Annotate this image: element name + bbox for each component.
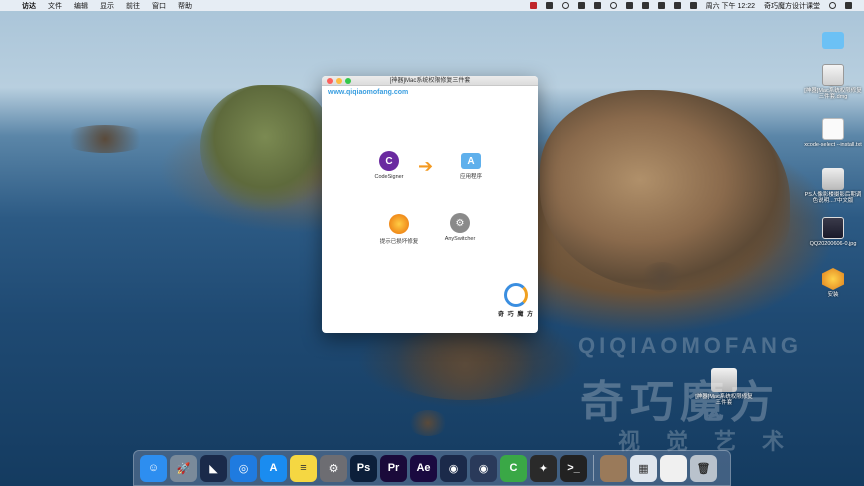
cinema4d-lite-icon[interactable]: ◉ [470, 454, 497, 482]
brand-logo-text: 奇 巧 魔 方 [498, 312, 535, 318]
menu-item-help[interactable]: 帮助 [178, 1, 192, 11]
jpg-file-icon[interactable] [822, 217, 844, 239]
watermark-chinese: 奇巧魔方 [580, 377, 780, 428]
applications-folder-icon[interactable]: A [461, 153, 481, 169]
cat-app-icon[interactable]: ◣ [200, 454, 227, 482]
wallpaper-rock [640, 262, 684, 292]
status-grid-icon[interactable] [577, 2, 585, 9]
applications-folder-label: 应用程序 [459, 174, 482, 180]
desktop-txt-file-label: xcode-select --install.txt [804, 142, 862, 148]
anyswitcher-icon[interactable]: ⚙ [450, 213, 470, 233]
anyswitcher-label: AnySwitcher [444, 236, 476, 242]
notification-center-icon[interactable] [845, 2, 852, 9]
hint-repair-label: 提示已损坏修复 [379, 239, 419, 245]
dmg-window: [神器]Mac系统权限修复三件套 www.qiqiaomofang.com C … [322, 76, 538, 333]
menu-item-file[interactable]: 文件 [48, 1, 62, 11]
premiere-icon[interactable]: Pr [380, 454, 407, 482]
desktop-disk-image[interactable]: PS人像影楼摄影后期调色说明...7中文版 [803, 168, 863, 205]
desktop-jpg-file[interactable]: QQ20200606-0.jpg [803, 217, 863, 247]
dmg-file-icon[interactable] [822, 64, 844, 86]
wifi-icon[interactable] [641, 2, 649, 9]
finder-icon[interactable]: ☺ [140, 454, 167, 482]
disk-image-icon[interactable] [822, 168, 844, 190]
hint-repair-item[interactable]: 提示已损坏修复 [369, 214, 429, 245]
wallpaper-rock [408, 410, 448, 436]
camtasia-icon[interactable]: C [500, 454, 527, 482]
menu-clock[interactable]: 周六 下午 12:22 [706, 1, 755, 11]
final-cut-icon[interactable]: ✦ [530, 454, 557, 482]
wallpaper-island-east [540, 90, 790, 290]
menu-user[interactable]: 奇巧魔方设计课堂 [764, 1, 820, 11]
window-zoom-button[interactable] [345, 78, 351, 84]
battery-icon[interactable] [673, 2, 681, 9]
spotlight-search-icon[interactable] [829, 2, 836, 9]
watermark-latin: QIQIAOMOFANG [578, 333, 802, 358]
status-app-icon[interactable] [545, 2, 553, 9]
installer-icon[interactable] [822, 268, 844, 290]
window-titlebar[interactable]: [神器]Mac系统权限修复三件套 [322, 76, 538, 86]
wallpaper-rock [60, 125, 150, 153]
volume-icon[interactable] [657, 2, 665, 9]
preview-stack-icon[interactable]: ▦ [630, 454, 657, 482]
photo-stack-icon[interactable] [600, 454, 627, 482]
menu-item-edit[interactable]: 编辑 [74, 1, 88, 11]
launchpad-icon[interactable]: 🚀 [170, 454, 197, 482]
arrow-right-icon: ➔ [418, 156, 434, 176]
app-store-icon[interactable]: A [260, 454, 287, 482]
window-minimize-button[interactable] [336, 78, 342, 84]
dock-apps: ☺ 🚀 ◣ ◎ A ≡ ⚙ Ps Pr Ae ◉ ◉ C ✦ >_ [140, 454, 587, 482]
status-clock-icon[interactable] [609, 2, 617, 9]
wallpaper-island-west [200, 85, 330, 215]
system-preferences-icon[interactable]: ⚙ [320, 454, 347, 482]
window-close-button[interactable] [327, 78, 333, 84]
desktop-installer-label: 安装 [827, 292, 839, 298]
notes-icon[interactable]: ≡ [290, 454, 317, 482]
txt-file-icon[interactable] [822, 118, 844, 140]
dock-separator [593, 455, 594, 481]
menu-item-view[interactable]: 显示 [100, 1, 114, 11]
dock: ☺ 🚀 ◣ ◎ A ≡ ⚙ Ps Pr Ae ◉ ◉ C ✦ >_ ▦ 🗑 [133, 450, 731, 486]
codesigner-item[interactable]: C CodeSigner [359, 151, 419, 180]
dock-docs: ▦ 🗑 [600, 454, 717, 482]
terminal-icon[interactable]: >_ [560, 454, 587, 482]
menu-item-finder[interactable]: 访达 [22, 1, 36, 11]
anyswitcher-item[interactable]: ⚙ AnySwitcher [430, 213, 490, 242]
status-record-icon[interactable] [529, 2, 537, 9]
desktop-jpg-file-label: QQ20200606-0.jpg [809, 241, 857, 247]
codesigner-icon[interactable]: C [379, 151, 399, 171]
desktop-disk-image-label: PS人像影楼摄影后期调色说明...7中文版 [804, 192, 862, 205]
applications-folder-item[interactable]: A 应用程序 [441, 153, 501, 180]
desktop-txt-file[interactable]: xcode-select --install.txt [803, 118, 863, 148]
menu-item-go[interactable]: 前往 [126, 1, 140, 11]
after-effects-icon[interactable]: Ae [410, 454, 437, 482]
menu-item-window[interactable]: 窗口 [152, 1, 166, 11]
desktop-dmg-file-label: [神器]Mac系统权限修复三件套.dmg [804, 88, 862, 101]
hint-repair-icon[interactable] [389, 214, 409, 234]
menu-bar: 访达 文件 编辑 显示 前往 窗口 帮助 周六 下午 12:22 奇巧魔方设计课… [0, 0, 864, 11]
desktop-folder[interactable] [803, 32, 863, 51]
brand-logo-icon [504, 283, 528, 307]
status-display-icon[interactable] [625, 2, 633, 9]
window-title: [神器]Mac系统权限修复三件套 [389, 78, 471, 84]
cinema4d-icon[interactable]: ◉ [440, 454, 467, 482]
input-method-icon[interactable] [689, 2, 697, 9]
photoshop-icon[interactable]: Ps [350, 454, 377, 482]
window-url-text: www.qiqiaomofang.com [328, 89, 409, 96]
codesigner-label: CodeSigner [374, 174, 404, 180]
folder-icon[interactable] [822, 32, 844, 49]
safari-icon[interactable]: ◎ [230, 454, 257, 482]
status-circle-icon[interactable] [561, 2, 569, 9]
brand-logo: 奇 巧 魔 方 [498, 283, 534, 318]
document-stack-icon[interactable] [660, 454, 687, 482]
wallpaper-rock [380, 330, 550, 400]
trash-icon[interactable]: 🗑 [690, 454, 717, 482]
desktop-dmg-file[interactable]: [神器]Mac系统权限修复三件套.dmg [803, 64, 863, 101]
desktop-installer[interactable]: 安装 [803, 268, 863, 298]
status-input-icon[interactable] [593, 2, 601, 9]
